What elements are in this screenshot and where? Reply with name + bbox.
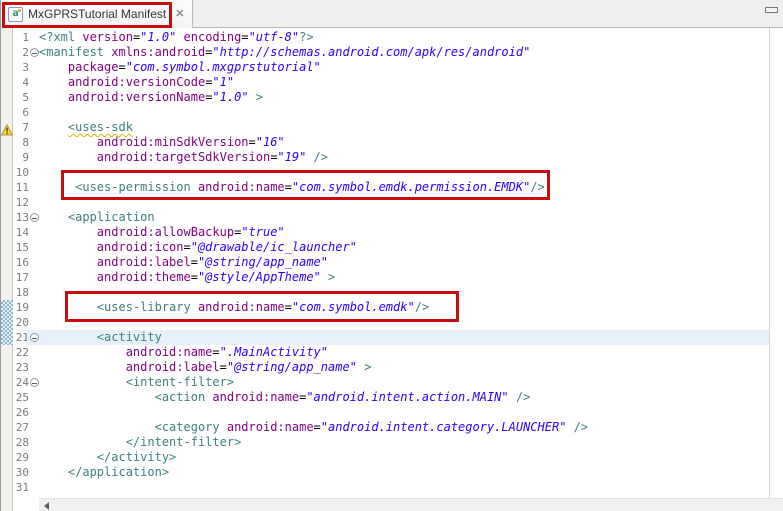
line-number: 15 xyxy=(13,240,30,255)
line-number: 28 xyxy=(13,435,30,450)
tab-title: MxGPRSTutorial Manifest xyxy=(28,7,166,21)
line-number: 25 xyxy=(13,390,30,405)
code-line[interactable]: </intent-filter> xyxy=(39,435,783,450)
code-line[interactable]: </application> xyxy=(39,465,783,480)
line-number: 30 xyxy=(13,465,30,480)
code-line[interactable]: android:minSdkVersion="16" xyxy=(39,135,783,150)
line-number-ruler: 1234567891011121314151617181920212223242… xyxy=(13,28,30,511)
xml-source-editor[interactable]: 1234567891011121314151617181920212223242… xyxy=(1,28,783,511)
code-line[interactable]: android:name=".MainActivity" xyxy=(39,345,783,360)
tab-manifest-editor[interactable]: a MxGPRSTutorial Manifest ✕ xyxy=(1,0,193,28)
code-line[interactable]: <application xyxy=(39,210,783,225)
code-line[interactable]: <activity xyxy=(39,330,783,345)
fold-collapse-icon[interactable] xyxy=(30,48,39,57)
line-number: 18 xyxy=(13,285,30,300)
code-lines[interactable]: <?xml version="1.0" encoding="utf-8"?><m… xyxy=(39,28,783,511)
code-line[interactable]: <uses-library android:name="com.symbol.e… xyxy=(39,300,783,315)
line-number: 13 xyxy=(13,210,30,225)
android-manifest-file-icon: a xyxy=(8,7,23,22)
line-number: 9 xyxy=(13,150,30,165)
tab-close-icon[interactable]: ✕ xyxy=(175,9,184,20)
line-number: 26 xyxy=(13,405,30,420)
code-line[interactable] xyxy=(39,405,783,420)
code-line[interactable]: <manifest xmlns:android="http://schemas.… xyxy=(39,45,783,60)
code-line[interactable]: android:versionName="1.0" > xyxy=(39,90,783,105)
line-number: 27 xyxy=(13,420,30,435)
code-line[interactable]: android:theme="@style/AppTheme" > xyxy=(39,270,783,285)
code-line[interactable]: </activity> xyxy=(39,450,783,465)
fold-collapse-icon[interactable] xyxy=(30,213,39,222)
line-number: 16 xyxy=(13,255,30,270)
minimize-view-icon[interactable] xyxy=(765,7,778,13)
fold-collapse-icon[interactable] xyxy=(30,378,39,387)
horizontal-scrollbar[interactable] xyxy=(39,498,783,511)
eclipse-editor-window: a MxGPRSTutorial Manifest ✕ 123456789101… xyxy=(0,0,783,511)
code-line[interactable]: android:targetSdkVersion="19" /> xyxy=(39,150,783,165)
line-number: 5 xyxy=(13,90,30,105)
line-number: 7 xyxy=(13,120,30,135)
code-line[interactable] xyxy=(39,315,783,330)
code-line[interactable] xyxy=(39,165,783,180)
code-line[interactable]: <action android:name="android.intent.act… xyxy=(39,390,783,405)
code-line[interactable]: android:label="@string/app_name" xyxy=(39,255,783,270)
code-line[interactable]: android:label="@string/app_name" > xyxy=(39,360,783,375)
editor-tab-bar: a MxGPRSTutorial Manifest ✕ xyxy=(1,0,783,28)
line-number: 4 xyxy=(13,75,30,90)
line-number: 29 xyxy=(13,450,30,465)
line-number: 8 xyxy=(13,135,30,150)
code-line[interactable]: android:versionCode="1" xyxy=(39,75,783,90)
line-number: 12 xyxy=(13,195,30,210)
changed-lines-marker xyxy=(1,300,13,345)
fold-collapse-icon[interactable] xyxy=(30,333,39,342)
line-number: 1 xyxy=(13,30,30,45)
line-number: 11 xyxy=(13,180,30,195)
code-line[interactable]: <category android:name="android.intent.c… xyxy=(39,420,783,435)
code-line[interactable]: <?xml version="1.0" encoding="utf-8"?> xyxy=(39,30,783,45)
line-number: 14 xyxy=(13,225,30,240)
code-line[interactable]: <uses-permission android:name="com.symbo… xyxy=(39,180,783,195)
annotation-ruler[interactable] xyxy=(1,28,13,511)
code-line[interactable] xyxy=(39,480,783,495)
code-line[interactable] xyxy=(39,285,783,300)
line-number: 20 xyxy=(13,315,30,330)
code-line[interactable]: android:allowBackup="true" xyxy=(39,225,783,240)
line-number: 10 xyxy=(13,165,30,180)
code-line[interactable]: android:icon="@drawable/ic_launcher" xyxy=(39,240,783,255)
code-line[interactable]: <uses-sdk xyxy=(39,120,783,135)
line-number: 17 xyxy=(13,270,30,285)
line-number: 31 xyxy=(13,480,30,495)
scroll-left-arrow-icon[interactable] xyxy=(44,502,49,510)
code-folding-ruler[interactable] xyxy=(30,28,39,511)
code-line[interactable]: package="com.symbol.mxgprstutorial" xyxy=(39,60,783,75)
line-number: 24 xyxy=(13,375,30,390)
warning-icon[interactable] xyxy=(1,121,13,140)
code-line[interactable] xyxy=(39,195,783,210)
code-line[interactable]: <intent-filter> xyxy=(39,375,783,390)
line-number: 2 xyxy=(13,45,30,60)
line-number: 6 xyxy=(13,105,30,120)
line-number: 23 xyxy=(13,360,30,375)
code-line[interactable] xyxy=(39,105,783,120)
line-number: 3 xyxy=(13,60,30,75)
line-number: 19 xyxy=(13,300,30,315)
line-number: 22 xyxy=(13,345,30,360)
